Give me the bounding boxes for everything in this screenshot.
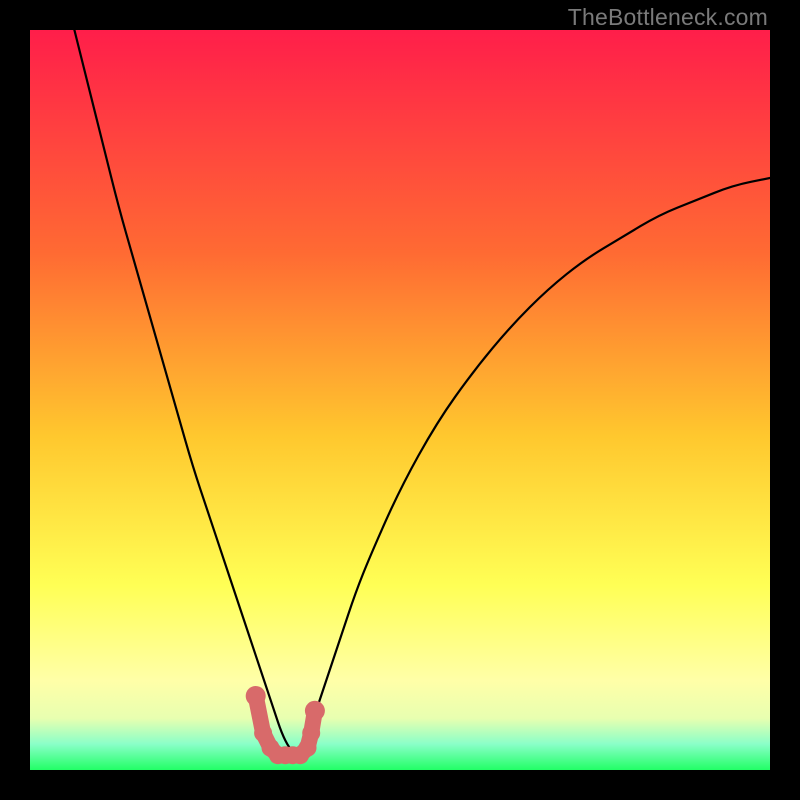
highlight-dot (302, 724, 320, 742)
bottleneck-chart (30, 30, 770, 770)
highlight-dot (305, 701, 325, 721)
gradient-background (30, 30, 770, 770)
highlight-dot (246, 686, 266, 706)
chart-frame (30, 30, 770, 770)
watermark-text: TheBottleneck.com (568, 4, 768, 31)
